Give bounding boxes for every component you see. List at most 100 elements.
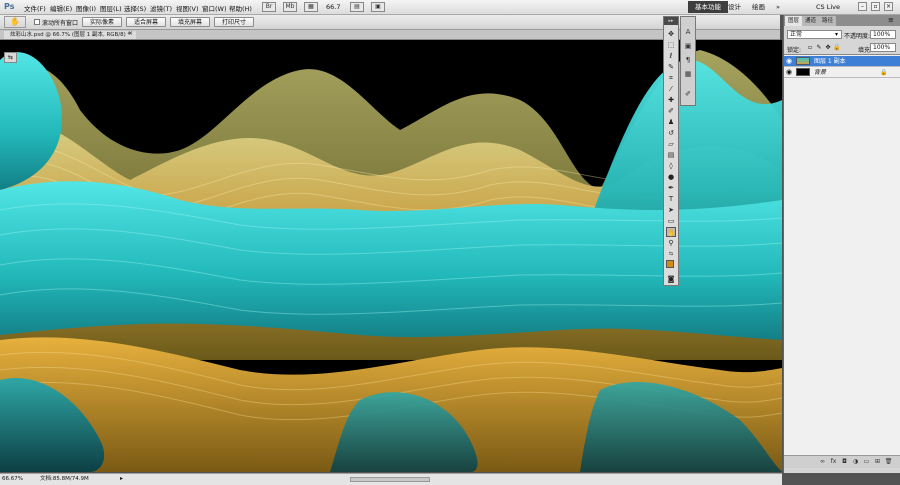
- menu-view[interactable]: 视图(V): [176, 3, 199, 13]
- horizontal-scrollbar[interactable]: [350, 477, 430, 482]
- menu-image[interactable]: 图像(I): [76, 3, 96, 13]
- screen-mode-icon[interactable]: ▣: [371, 2, 385, 12]
- lock-icon: 🔒: [880, 69, 888, 76]
- collapsed-panels-dock: A ▣ ¶ ▦ ✐: [680, 16, 696, 106]
- brush-tool-icon[interactable]: ✐: [666, 106, 676, 116]
- print-size-button[interactable]: 打印尺寸: [214, 17, 254, 27]
- cs-live-button[interactable]: CS Live: [812, 1, 844, 13]
- arrange-documents-icon[interactable]: ▤: [350, 2, 364, 12]
- zoom-level-readout[interactable]: 66.7: [326, 3, 340, 11]
- new-layer-icon[interactable]: ⊞: [873, 458, 882, 466]
- adjustment-layer-icon[interactable]: ◑: [851, 458, 860, 466]
- close-window-icon[interactable]: ×: [884, 2, 893, 11]
- scroll-all-windows-checkbox[interactable]: [34, 19, 40, 25]
- view-extras-icon[interactable]: ▦: [304, 2, 318, 12]
- minibridge-icon[interactable]: Mb: [283, 2, 297, 12]
- status-menu-arrow-icon[interactable]: ▸: [120, 475, 123, 482]
- zoom-field[interactable]: 66.67%: [2, 476, 24, 483]
- menu-select[interactable]: 选择(S): [124, 3, 146, 13]
- hand-tool-preset-icon[interactable]: ✋: [4, 16, 26, 28]
- swap-colors-icon[interactable]: ⇆: [666, 249, 676, 259]
- menu-filter[interactable]: 滤镜(T): [150, 3, 172, 13]
- tools-panel-header[interactable]: ▸▸: [664, 17, 678, 25]
- lock-transparent-icon[interactable]: ▫: [806, 44, 814, 52]
- minimize-icon[interactable]: –: [858, 2, 867, 11]
- fit-screen-button[interactable]: 适合屏幕: [126, 17, 166, 27]
- layer-thumbnail: [796, 68, 810, 76]
- healing-brush-tool-icon[interactable]: ✚: [666, 95, 676, 105]
- photoshop-logo: Ps: [4, 2, 15, 11]
- history-brush-tool-icon[interactable]: ↺: [666, 128, 676, 138]
- bridge-icon[interactable]: Br: [262, 2, 276, 12]
- shape-tool-icon[interactable]: ▭: [666, 216, 676, 226]
- layer-style-icon[interactable]: fx: [829, 458, 838, 466]
- navigator-panel-icon[interactable]: ▣: [683, 41, 693, 52]
- quick-mask-icon[interactable]: ◙: [666, 274, 676, 284]
- menu-file[interactable]: 文件(F): [24, 3, 46, 13]
- crop-tool-icon[interactable]: ⌗: [666, 73, 676, 83]
- blend-mode-select[interactable]: 正常: [787, 30, 842, 39]
- layers-panel-tabs: 图层 通道 路径 ≡: [784, 15, 900, 26]
- add-mask-icon[interactable]: ◘: [840, 458, 849, 466]
- link-layers-icon[interactable]: ∞: [818, 458, 827, 466]
- visibility-eye-icon[interactable]: ◉: [786, 57, 792, 66]
- pen-tool-icon[interactable]: ✒: [666, 183, 676, 193]
- eraser-tool-icon[interactable]: ▱: [666, 139, 676, 149]
- layers-panel-footer: ∞ fx ◘ ◑ ▭ ⊞ 🗑: [784, 455, 900, 468]
- layer-thumbnail: [796, 57, 810, 65]
- fill-field[interactable]: 100%: [870, 43, 896, 52]
- opacity-field[interactable]: 100%: [870, 30, 896, 39]
- lock-position-icon[interactable]: ✥: [824, 44, 832, 52]
- new-group-icon[interactable]: ▭: [862, 458, 871, 466]
- move-tool-icon[interactable]: ✥: [666, 29, 676, 39]
- gradient-tool-icon[interactable]: ▤: [666, 150, 676, 160]
- lasso-tool-icon[interactable]: ℓ: [666, 51, 676, 61]
- actual-pixels-button[interactable]: 实际像素: [82, 17, 122, 27]
- layer-list: ◉ 图层 1 副本 ◉ 背景 🔒: [784, 54, 900, 455]
- type-tool-icon[interactable]: T: [666, 194, 676, 204]
- foreground-color-swatch[interactable]: [666, 260, 674, 268]
- menu-edit[interactable]: 编辑(E): [50, 3, 72, 13]
- brush-presets-icon[interactable]: ✐: [683, 89, 693, 100]
- path-selection-tool-icon[interactable]: ➤: [666, 205, 676, 215]
- layer-row[interactable]: ◉ 背景 🔒: [784, 67, 900, 78]
- delete-layer-icon[interactable]: 🗑: [884, 458, 893, 466]
- layers-panel: 图层 通道 路径 ≡ 正常 ▾ 不透明度: 100% 锁定: ▫ ✎ ✥ 🔒 填…: [783, 15, 900, 473]
- paragraph-panel-icon[interactable]: ¶: [683, 55, 693, 66]
- workspace-design-button[interactable]: 设计: [724, 1, 745, 13]
- lock-all-icon[interactable]: 🔒: [833, 44, 841, 52]
- menu-window[interactable]: 窗口(W): [202, 3, 227, 13]
- tab-paths[interactable]: 路径: [819, 16, 837, 26]
- scroll-all-windows-label: 滚动所有窗口: [42, 20, 79, 27]
- quick-select-tool-icon[interactable]: ✎: [666, 62, 676, 72]
- tab-channels[interactable]: 通道: [802, 16, 820, 26]
- document-close-icon[interactable]: ×: [128, 30, 133, 37]
- tab-layers[interactable]: 图层: [785, 16, 803, 26]
- hand-tool-icon[interactable]: ✋: [666, 227, 676, 237]
- menu-help[interactable]: 帮助(H): [229, 3, 252, 13]
- lock-image-icon[interactable]: ✎: [815, 44, 823, 52]
- panel-menu-icon[interactable]: ≡: [888, 16, 894, 25]
- visibility-eye-icon[interactable]: ◉: [786, 68, 792, 77]
- zoom-tool-icon[interactable]: ⚲: [666, 238, 676, 248]
- workspace-essentials-button[interactable]: 基本功能: [688, 1, 728, 13]
- panel-collapse-icon[interactable]: ⇆: [4, 52, 17, 63]
- marquee-tool-icon[interactable]: ⬚: [666, 40, 676, 50]
- lock-label: 锁定:: [787, 47, 802, 54]
- menu-bar: Ps 文件(F) 编辑(E) 图像(I) 图层(L) 选择(S) 滤镜(T) 视…: [0, 0, 900, 15]
- blur-tool-icon[interactable]: ◊: [666, 161, 676, 171]
- workspace-painting-button[interactable]: 绘画: [748, 1, 769, 13]
- info-panel-icon[interactable]: ▦: [683, 69, 693, 80]
- fill-screen-button[interactable]: 填充屏幕: [170, 17, 210, 27]
- document-tab[interactable]: 炫彩山水.psd @ 66.7% (图层 1 副本, RGB/8) *: [4, 31, 137, 39]
- chevron-down-icon[interactable]: ▾: [835, 30, 838, 39]
- menu-layer[interactable]: 图层(L): [100, 3, 122, 13]
- clone-stamp-tool-icon[interactable]: ♟: [666, 117, 676, 127]
- workspace-more-button[interactable]: »: [772, 1, 784, 13]
- layer-row[interactable]: ◉ 图层 1 副本: [784, 56, 900, 67]
- restore-icon[interactable]: ▫: [871, 2, 880, 11]
- tools-panel: ▸▸ ✥ ⬚ ℓ ✎ ⌗ ⁄ ✚ ✐ ♟ ↺ ▱ ▤ ◊ ● ✒ T ➤ ▭ ✋…: [663, 16, 679, 286]
- character-panel-icon[interactable]: A: [683, 27, 693, 38]
- eyedropper-tool-icon[interactable]: ⁄: [666, 84, 676, 94]
- dodge-tool-icon[interactable]: ●: [666, 172, 676, 182]
